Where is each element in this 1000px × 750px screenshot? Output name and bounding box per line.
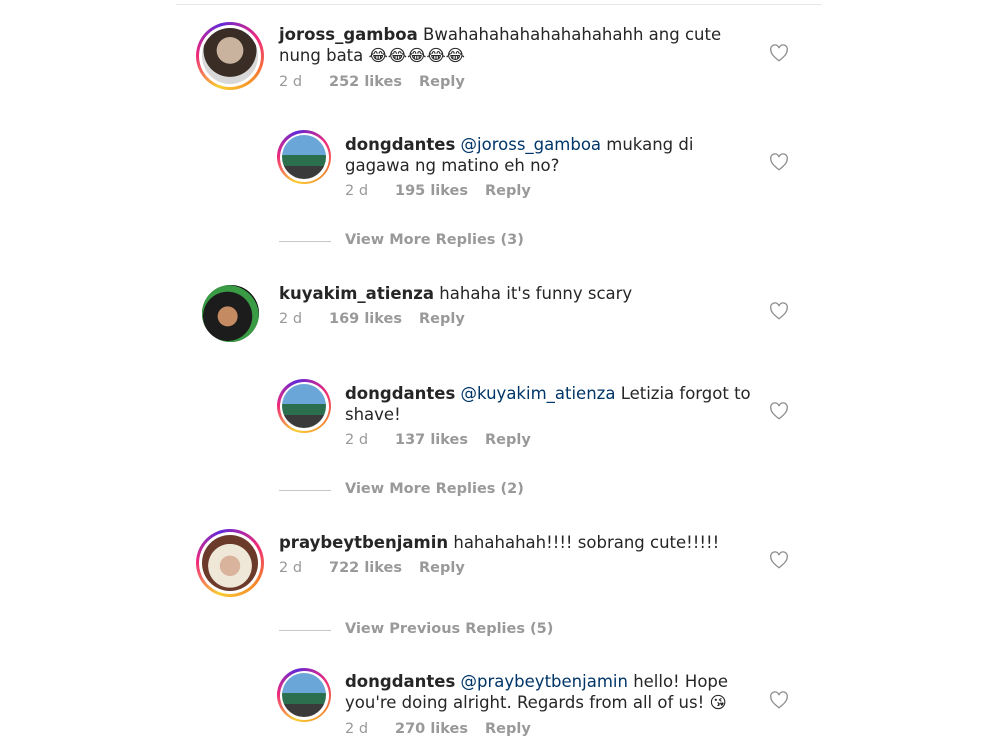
comment-text: kuyakim_atienza hahaha it's funny scary (279, 283, 749, 304)
view-more-replies-button[interactable]: View More Replies (3) (345, 232, 524, 248)
comment-text: praybeytbenjamin hahahahah!!!! sobrang c… (279, 532, 749, 553)
heart-outline-icon[interactable] (769, 402, 789, 420)
comment-username[interactable]: dongdantes (345, 384, 455, 403)
divider (279, 490, 331, 491)
comment-username[interactable]: dongdantes (345, 135, 455, 154)
avatar[interactable] (277, 130, 331, 184)
avatar[interactable] (196, 529, 264, 597)
reply-button[interactable]: Reply (419, 560, 465, 576)
avatar[interactable] (277, 379, 331, 433)
reply-button[interactable]: Reply (485, 183, 531, 199)
comment-username[interactable]: dongdantes (345, 672, 455, 691)
emoji: 😂😂😂😂😂 (368, 46, 465, 65)
mention-link[interactable]: @joross_gamboa (461, 135, 601, 154)
mention-link[interactable]: @praybeytbenjamin (461, 672, 628, 691)
top-divider (176, 4, 822, 5)
comment-likes[interactable]: 252 likes (329, 74, 402, 90)
reply-text: dongdantes @kuyakim_atienza Letizia forg… (345, 383, 755, 425)
comment-body: hahaha it's funny scary (439, 284, 633, 303)
comment-username[interactable]: kuyakim_atienza (279, 284, 434, 303)
heart-outline-icon[interactable] (769, 44, 789, 62)
comment-body: hahahahah!!!! sobrang cute!!!!! (453, 533, 720, 552)
comment-time: 2 d (345, 432, 369, 448)
reply-button[interactable]: Reply (485, 721, 531, 737)
view-more-replies-button[interactable]: View More Replies (2) (345, 481, 524, 497)
reply-text: dongdantes @joross_gamboa mukang di gaga… (345, 134, 755, 176)
comment-time: 2 d (345, 721, 369, 737)
heart-outline-icon[interactable] (769, 691, 789, 709)
divider (279, 241, 331, 242)
comment-username[interactable]: joross_gamboa (279, 25, 418, 44)
avatar[interactable] (277, 668, 331, 722)
reply-button[interactable]: Reply (419, 311, 465, 327)
comment-time: 2 d (345, 183, 369, 199)
comment-time: 2 d (279, 311, 303, 327)
view-previous-replies-button[interactable]: View Previous Replies (5) (345, 621, 553, 637)
emoji: 😘 (709, 693, 727, 712)
comment-time: 2 d (279, 74, 303, 90)
comment-likes[interactable]: 722 likes (329, 560, 402, 576)
heart-outline-icon[interactable] (769, 551, 789, 569)
comment-likes[interactable]: 195 likes (395, 183, 468, 199)
reply-button[interactable]: Reply (485, 432, 531, 448)
heart-outline-icon[interactable] (769, 153, 789, 171)
avatar[interactable] (202, 285, 259, 342)
comment-username[interactable]: praybeytbenjamin (279, 533, 448, 552)
avatar[interactable] (196, 22, 264, 90)
comment-likes[interactable]: 169 likes (329, 311, 402, 327)
comment-text: joross_gamboa Bwahahahahahahahahahh ang … (279, 24, 749, 66)
comment-likes[interactable]: 137 likes (395, 432, 468, 448)
reply-text: dongdantes @praybeytbenjamin hello! Hope… (345, 671, 755, 713)
comment-likes[interactable]: 270 likes (395, 721, 468, 737)
divider (279, 630, 331, 631)
reply-button[interactable]: Reply (419, 74, 465, 90)
mention-link[interactable]: @kuyakim_atienza (461, 384, 616, 403)
heart-outline-icon[interactable] (769, 302, 789, 320)
comment-time: 2 d (279, 560, 303, 576)
